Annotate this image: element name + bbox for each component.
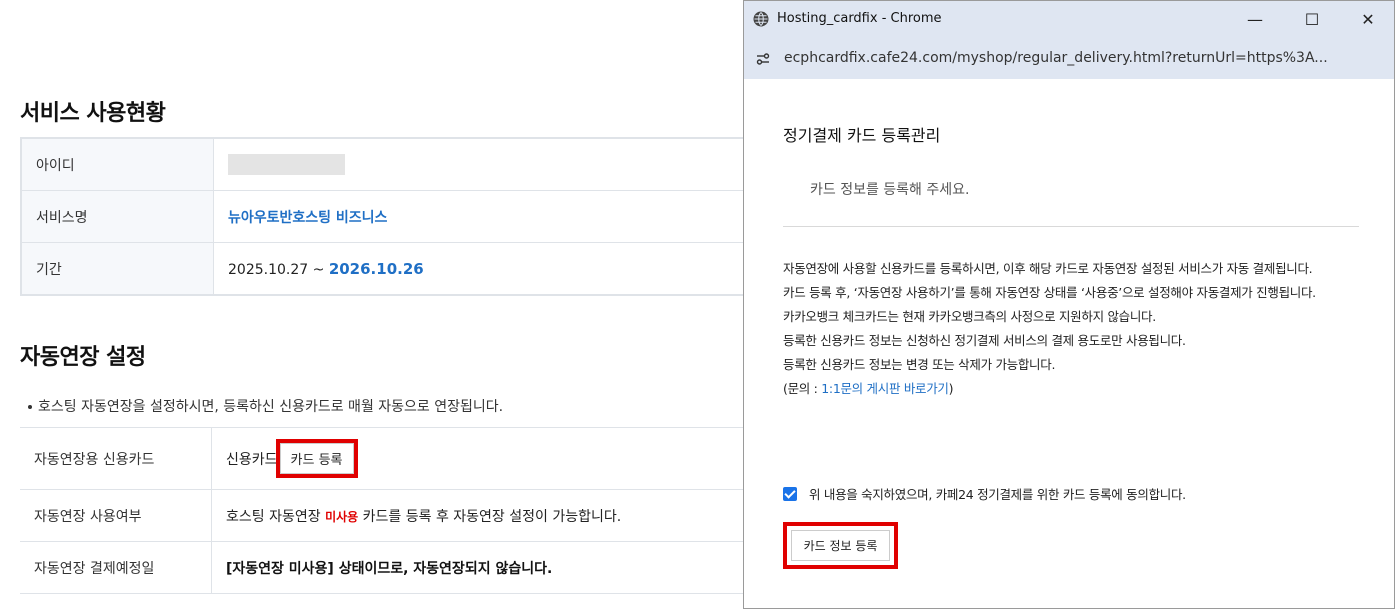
card-text: 신용카드 xyxy=(226,452,278,468)
card-register-button[interactable]: 카드 등록 xyxy=(275,439,358,478)
notice-list: 자동연장에 사용할 신용카드를 등록하시면, 이후 해당 카드로 자동연장 설정… xyxy=(783,257,1361,401)
popup-subtitle: 카드 정보를 등록해 주세요. xyxy=(810,182,970,198)
submit-highlight: 카드 정보 등록 xyxy=(783,522,898,569)
list-item: 등록한 신용카드 정보는 신청하신 정기결제 서비스의 결제 용도로만 사용됩니… xyxy=(783,333,1186,348)
list-item: 카드 등록 후, ‘자동연장 사용하기’를 통해 자동연장 상태를 ‘사용중’으… xyxy=(783,285,1316,300)
table-row: 자동연장 사용여부 호스팅 자동연장 미사용 카드를 등록 후 자동연장 설정이… xyxy=(20,489,780,542)
row-value-id xyxy=(213,138,780,191)
address-bar[interactable]: ecphcardfix.cafe24.com/myshop/regular_de… xyxy=(744,39,1394,79)
agree-label: 위 내용을 숙지하였으며, 카페24 정기결제를 위한 카드 등록에 동의합니다… xyxy=(809,487,1186,502)
row-value-period: 2025.10.27 ~ 2026.10.26 xyxy=(213,242,780,296)
row-value-card: 신용카드 카드 등록 xyxy=(211,427,780,490)
redacted-id xyxy=(228,154,345,175)
maximize-button[interactable]: ☐ xyxy=(1289,5,1335,35)
table-row: 서비스명 뉴아우토반호스팅 비즈니스 xyxy=(21,190,780,243)
hosting-service-page: 서비스 사용현황 아이디 서비스명 뉴아우토반호스팅 비즈니스 기간 2025.… xyxy=(0,0,780,609)
period-separator: ~ xyxy=(308,261,329,278)
inquiry-board-link[interactable]: 1:1문의 게시판 바로가기 xyxy=(821,381,949,396)
row-value-date: [자동연장 미사용] 상태이므로, 자동연장되지 않습니다. xyxy=(211,541,780,594)
row-label-card: 자동연장용 신용카드 xyxy=(20,427,212,490)
row-label-id: 아이디 xyxy=(21,138,214,191)
row-value-service: 뉴아우토반호스팅 비즈니스 xyxy=(213,190,780,243)
divider xyxy=(783,226,1359,227)
list-item: 자동연장에 사용할 신용카드를 등록하시면, 이후 해당 카드로 자동연장 설정… xyxy=(783,261,1313,276)
auto-renew-title: 자동연장 설정 xyxy=(20,345,146,370)
row-label-use: 자동연장 사용여부 xyxy=(20,489,212,542)
popup-content: 정기결제 카드 등록관리 카드 정보를 등록해 주세요. 자동연장에 사용할 신… xyxy=(744,79,1394,608)
site-settings-icon[interactable] xyxy=(755,51,771,67)
row-value-use: 호스팅 자동연장 미사용 카드를 등록 후 자동연장 설정이 가능합니다. xyxy=(211,489,780,542)
close-button[interactable]: ✕ xyxy=(1345,5,1391,35)
table-row: 아이디 xyxy=(21,138,780,191)
globe-icon xyxy=(753,11,769,27)
service-name-link[interactable]: 뉴아우토반호스팅 비즈니스 xyxy=(228,210,387,226)
inquiry-line: (문의 : 1:1문의 게시판 바로가기) xyxy=(783,381,954,396)
chrome-popup-window: Hosting_cardfix - Chrome — ☐ ✕ ecphcardf… xyxy=(743,0,1395,609)
agree-checkbox[interactable] xyxy=(783,486,797,501)
card-info-submit-button[interactable]: 카드 정보 등록 xyxy=(791,530,890,561)
auto-renew-notice: 호스팅 자동연장을 설정하시면, 등록하신 신용카드로 매월 자동으로 연장됩니… xyxy=(28,396,503,416)
agree-row[interactable]: 위 내용을 숙지하였으며, 카페24 정기결제를 위한 카드 등록에 동의합니다… xyxy=(783,484,1186,503)
url-text[interactable]: ecphcardfix.cafe24.com/myshop/regular_de… xyxy=(784,50,1328,66)
window-title: Hosting_cardfix - Chrome xyxy=(777,11,942,26)
status-badge: 미사용 xyxy=(325,509,359,524)
period-end: 2026.10.26 xyxy=(328,259,424,278)
table-row: 기간 2025.10.27 ~ 2026.10.26 xyxy=(21,242,780,296)
window-titlebar[interactable]: Hosting_cardfix - Chrome — ☐ ✕ xyxy=(744,1,1394,39)
period-start: 2025.10.27 xyxy=(228,261,309,278)
row-label-period: 기간 xyxy=(21,242,214,296)
minimize-button[interactable]: — xyxy=(1232,5,1278,35)
service-status-title: 서비스 사용현황 xyxy=(20,101,166,126)
auto-renew-table: 자동연장용 신용카드 신용카드 카드 등록 자동연장 사용여부 호스팅 자동연장 … xyxy=(20,427,780,594)
popup-title: 정기결제 카드 등록관리 xyxy=(783,126,941,145)
list-item: 카카오뱅크 체크카드는 현재 카카오뱅크측의 사정으로 지원하지 않습니다. xyxy=(783,309,1156,324)
row-label-date: 자동연장 결제예정일 xyxy=(20,541,212,594)
row-label-service: 서비스명 xyxy=(21,190,214,243)
list-item: 등록한 신용카드 정보는 변경 또는 삭제가 가능합니다. xyxy=(783,357,1056,372)
service-status-table: 아이디 서비스명 뉴아우토반호스팅 비즈니스 기간 2025.10.27 ~ 2… xyxy=(20,137,780,296)
bullet xyxy=(28,405,32,409)
table-row: 자동연장 결제예정일 [자동연장 미사용] 상태이므로, 자동연장되지 않습니다… xyxy=(20,541,780,594)
table-row: 자동연장용 신용카드 신용카드 카드 등록 xyxy=(20,427,780,490)
